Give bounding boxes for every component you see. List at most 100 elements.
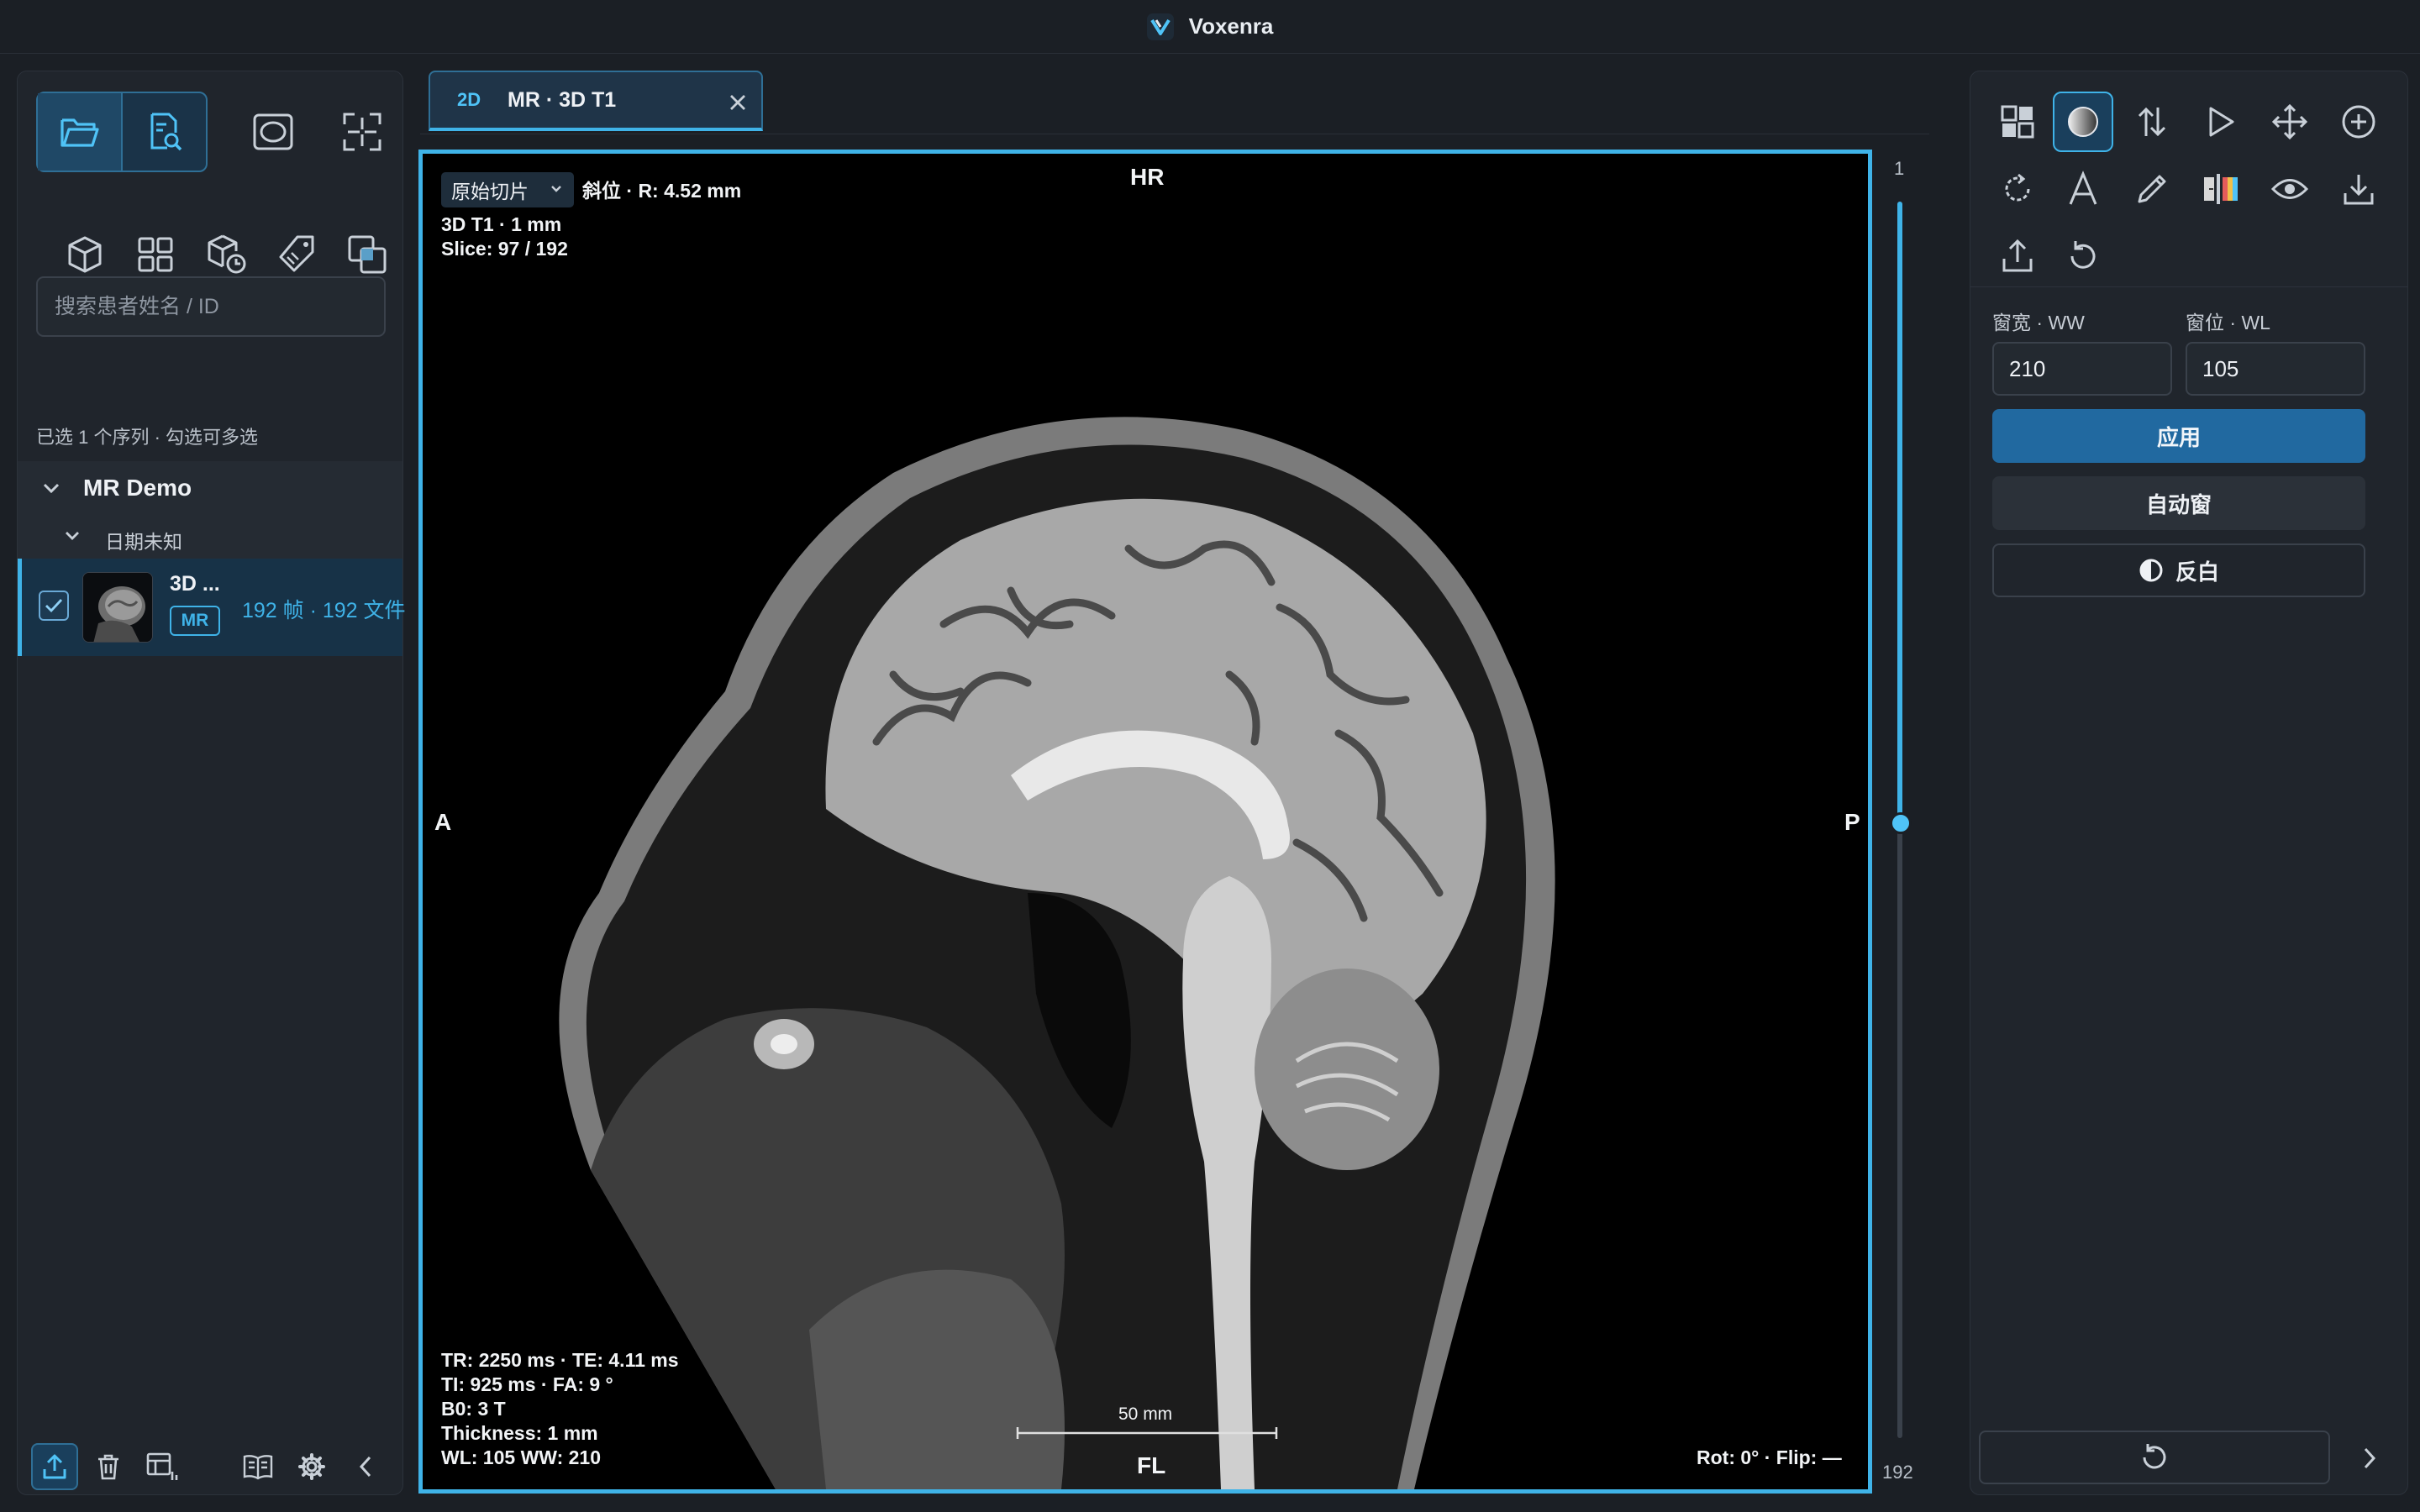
orientation-marker-bottom: FL — [1137, 1452, 1166, 1478]
slice-mode-select[interactable]: 原始切片 — [441, 172, 574, 207]
pan-button[interactable] — [2260, 92, 2320, 152]
docs-button[interactable] — [234, 1443, 281, 1490]
patient-name: MR Demo — [83, 475, 192, 501]
slice-indicator: Slice: 97 / 192 — [441, 238, 568, 260]
orientation-marker-right: P — [1844, 809, 1860, 835]
check-icon — [45, 599, 63, 613]
text-annotation-icon — [2069, 171, 2097, 205]
cube-clock-icon — [208, 234, 246, 274]
book-icon — [243, 1455, 273, 1480]
image-viewport[interactable]: 原始切片 斜位 · R: 4.52 mm 3D T1 · 1 mm Slice:… — [418, 150, 1872, 1494]
left-bottom-toolbar — [18, 1439, 402, 1494]
document-search-icon — [150, 113, 182, 151]
draw-button[interactable] — [2122, 159, 2182, 219]
orientation-readout: 斜位 · R: 4.52 mm — [582, 180, 742, 202]
folder-open-icon — [60, 118, 99, 147]
series-thumbnail — [82, 572, 153, 643]
contrast-icon — [2139, 559, 2163, 582]
overlay-squares-icon — [348, 235, 387, 274]
open-folder-button[interactable] — [38, 93, 122, 171]
view-mode-badge: 2D — [457, 89, 481, 110]
right-panel: 窗宽 · WW 窗位 · WL 210 105 应用 自动窗 反白 — [1970, 71, 2408, 1495]
slice-slider-fill — [1897, 202, 1902, 823]
delete-button[interactable] — [85, 1443, 132, 1490]
patient-search-input[interactable]: 搜索患者姓名 / ID — [36, 276, 386, 337]
export-icon — [2002, 239, 2033, 272]
slider-min-label: 1 — [1894, 158, 1905, 179]
invert-button[interactable]: 反白 — [1992, 543, 2365, 597]
tree-series-row[interactable]: 3D ... MR 192 帧 · 192 文件 — [18, 559, 406, 656]
cine-play-button[interactable] — [2191, 92, 2251, 152]
table-icon — [146, 1452, 178, 1480]
layout-icon — [2001, 105, 2034, 139]
thickness-readout: Thickness: 1 mm — [441, 1422, 598, 1444]
field-strength-readout: B0: 3 T — [441, 1398, 506, 1420]
window-width-input[interactable]: 210 — [1992, 342, 2172, 396]
mpr-view-button[interactable] — [239, 98, 307, 165]
zoom-button[interactable] — [2328, 92, 2389, 152]
eye-icon — [2270, 179, 2309, 199]
stack-scroll-icon — [2138, 107, 2166, 137]
close-tab-button[interactable] — [726, 91, 750, 114]
upload-button[interactable] — [31, 1443, 78, 1490]
collapse-panel-button[interactable] — [342, 1443, 389, 1490]
chevron-down-icon — [551, 186, 561, 192]
pencil-icon — [2138, 175, 2166, 203]
viewer-tab[interactable]: 2D MR · 3D T1 — [429, 71, 763, 131]
layout-button[interactable] — [1987, 92, 2048, 152]
gear-icon — [298, 1453, 325, 1480]
browse-tool-group — [36, 92, 208, 172]
colormap-icon — [2204, 174, 2238, 204]
reset-all-button[interactable] — [1979, 1431, 2330, 1484]
cube-icon — [68, 236, 102, 273]
settings-button[interactable] — [288, 1443, 335, 1490]
window-level-icon — [2068, 107, 2098, 137]
play-icon — [2209, 107, 2234, 137]
chevron-left-icon — [359, 1456, 371, 1478]
rotate-icon — [2005, 173, 2030, 202]
ti-fa-readout: TI: 925 ms · FA: 9 ° — [441, 1373, 613, 1395]
window-level-tool-button[interactable] — [2053, 92, 2113, 152]
mri-sagittal-image — [423, 154, 1868, 1489]
download-button[interactable] — [2328, 159, 2389, 219]
tab-label: MR · 3D T1 — [508, 87, 617, 112]
rotate-button[interactable] — [1987, 159, 2048, 219]
colormap-button[interactable] — [2191, 159, 2251, 219]
chevron-right-icon — [2364, 1447, 2376, 1469]
grid-icon — [138, 237, 173, 272]
visibility-button[interactable] — [2260, 159, 2320, 219]
reset-view-button[interactable] — [2053, 226, 2113, 286]
app-title: Voxenra — [1188, 13, 1274, 39]
modality-badge: MR — [170, 606, 220, 636]
table-view-button[interactable] — [139, 1443, 186, 1490]
crosshair-button[interactable] — [329, 98, 396, 165]
crosshair-frame-icon — [343, 113, 381, 151]
viewer-tab-strip: 2D MR · 3D T1 — [420, 71, 1929, 134]
invert-label: 反白 — [2175, 559, 2219, 585]
export-button[interactable] — [1987, 226, 2048, 286]
tr-te-readout: TR: 2250 ms · TE: 4.11 ms — [441, 1349, 679, 1371]
window-level-readout: WL: 105 WW: 210 — [441, 1446, 601, 1468]
scale-bar-label: 50 mm — [1118, 1404, 1173, 1424]
window-level-input[interactable]: 105 — [2186, 342, 2365, 396]
orientation-marker-top: HR — [1130, 164, 1165, 190]
study-date-label: 日期未知 — [105, 531, 182, 553]
slice-slider-thumb[interactable] — [1890, 811, 1912, 834]
study-search-button[interactable] — [123, 93, 206, 171]
reset-icon — [2143, 1444, 2166, 1469]
text-annotation-button[interactable] — [2053, 159, 2113, 219]
series-frame-count: 192 帧 · 192 文件 — [242, 599, 406, 622]
auto-window-button[interactable]: 自动窗 — [1992, 476, 2365, 530]
chevron-down-icon — [66, 532, 79, 540]
orientation-marker-left: A — [434, 809, 452, 835]
chevron-down-icon — [43, 483, 60, 494]
window-width-label: 窗宽 · WW — [1992, 312, 2085, 333]
apply-window-button[interactable]: 应用 — [1992, 409, 2365, 463]
tree-patient-row[interactable]: MR Demo — [18, 461, 402, 515]
pan-icon — [2271, 103, 2308, 140]
zoom-in-icon — [2342, 105, 2375, 139]
stack-scroll-button[interactable] — [2122, 92, 2182, 152]
tree-date-row[interactable]: 日期未知 — [18, 515, 402, 559]
series-checkbox[interactable] — [39, 591, 69, 621]
expand-panel-button[interactable] — [2347, 1436, 2392, 1481]
